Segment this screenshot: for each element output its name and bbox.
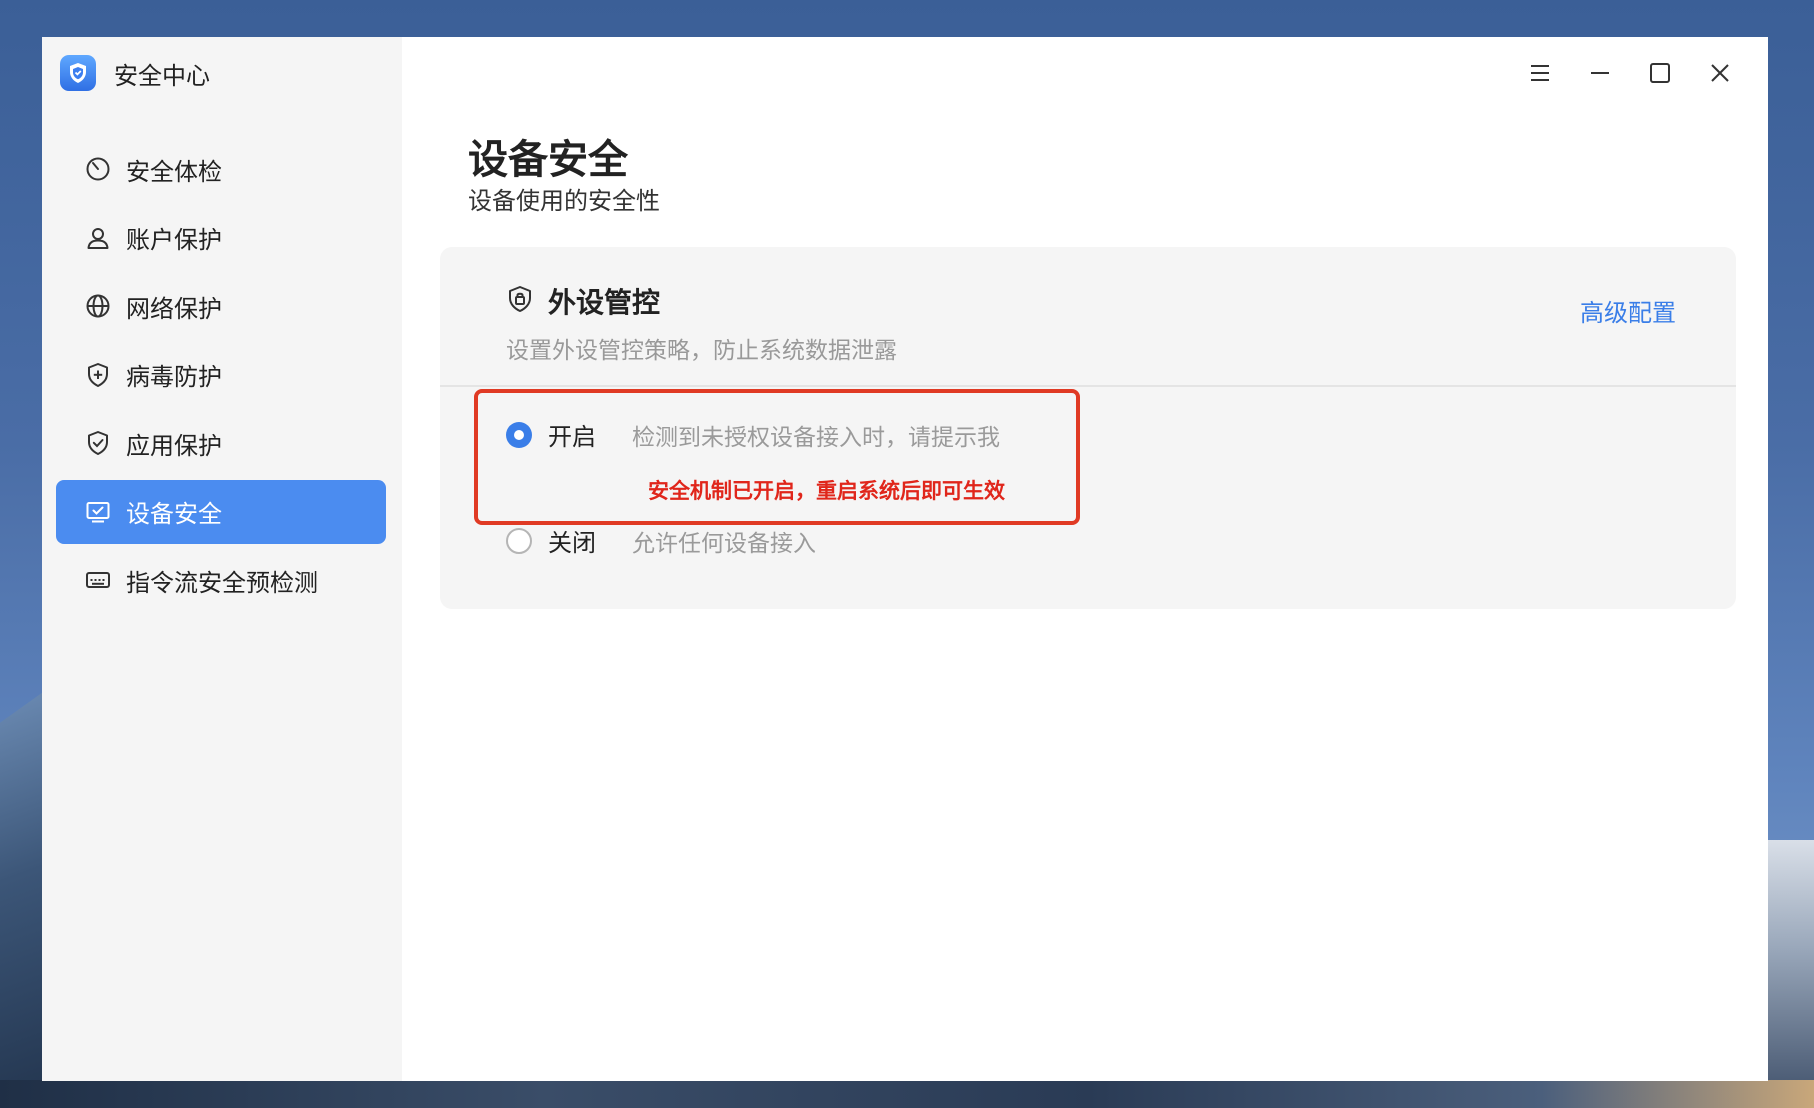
sidebar-item-label: 指令流安全预检测 <box>126 568 318 597</box>
sidebar: 安全中心 安全体检 账户保护 网络保护 病毒防护 应用保护 设备安全 指令流安全… <box>42 37 402 1081</box>
globe-icon <box>84 292 112 320</box>
main-content: 设备安全 设备使用的安全性 外设管控 设置外设管控策略，防止系统数据泄露 高级配… <box>402 37 1768 1081</box>
sidebar-item-label: 病毒防护 <box>126 363 222 391</box>
sidebar-item-virus-protection[interactable]: 病毒防护 <box>56 343 386 407</box>
advanced-config-link[interactable]: 高级配置 <box>1580 293 1676 328</box>
shield-lock-icon <box>506 285 534 317</box>
option-enable[interactable]: 开启 检测到未授权设备接入时，请提示我 <box>506 417 1000 452</box>
card-description: 设置外设管控策略，防止系统数据泄露 <box>506 338 897 364</box>
sidebar-item-security-check[interactable]: 安全体检 <box>56 137 386 201</box>
option-description: 检测到未授权设备接入时，请提示我 <box>632 424 1000 451</box>
enable-radio[interactable] <box>506 421 532 448</box>
card-divider <box>440 385 1736 387</box>
shield-check-icon <box>84 429 112 457</box>
app-header: 安全中心 <box>60 55 210 91</box>
speedometer-icon <box>84 155 112 183</box>
page-subtitle: 设备使用的安全性 <box>468 187 660 215</box>
option-label: 开启 <box>548 423 596 451</box>
sidebar-item-label: 设备安全 <box>126 500 222 528</box>
sidebar-item-app-protection[interactable]: 应用保护 <box>56 411 386 475</box>
sidebar-item-account-protection[interactable]: 账户保护 <box>56 206 386 270</box>
close-icon <box>1711 64 1729 82</box>
security-center-window: 安全中心 安全体检 账户保护 网络保护 病毒防护 应用保护 设备安全 指令流安全… <box>42 37 1768 1081</box>
desktop-wallpaper-right <box>1768 840 1814 1108</box>
sidebar-item-instruction-flow-check[interactable]: 指令流安全预检测 <box>56 548 386 612</box>
sidebar-item-network-protection[interactable]: 网络保护 <box>56 274 386 338</box>
menu-button[interactable] <box>1510 51 1570 95</box>
maximize-icon <box>1650 63 1670 83</box>
app-logo-icon <box>60 55 96 91</box>
page-title: 设备安全 <box>468 137 628 183</box>
window-controls <box>1510 51 1750 95</box>
desktop-wallpaper-bottom <box>0 1080 1814 1108</box>
sidebar-item-label: 网络保护 <box>126 294 222 323</box>
card-header: 外设管控 <box>506 281 660 321</box>
minimize-button[interactable] <box>1570 51 1630 95</box>
keyboard-icon <box>84 566 112 594</box>
sidebar-item-label: 安全体检 <box>126 157 222 186</box>
app-title: 安全中心 <box>114 61 210 90</box>
sidebar-item-label: 账户保护 <box>126 226 222 254</box>
minimize-icon <box>1591 72 1609 74</box>
option-disable[interactable]: 关闭 允许任何设备接入 <box>506 523 816 558</box>
option-description: 允许任何设备接入 <box>632 530 816 557</box>
peripheral-control-card: 外设管控 设置外设管控策略，防止系统数据泄露 高级配置 开启 检测到未授权设备接… <box>440 247 1736 609</box>
maximize-button[interactable] <box>1630 51 1690 95</box>
shield-plus-icon <box>84 361 112 389</box>
sidebar-item-device-security[interactable]: 设备安全 <box>56 479 386 544</box>
sidebar-item-label: 应用保护 <box>126 431 222 460</box>
sidebar-nav: 安全体检 账户保护 网络保护 病毒防护 应用保护 设备安全 指令流安全预检测 <box>56 137 386 617</box>
option-label: 关闭 <box>548 529 596 557</box>
user-icon <box>84 224 112 252</box>
restart-warning-text: 安全机制已开启，重启系统后即可生效 <box>648 479 1005 503</box>
close-button[interactable] <box>1690 51 1750 95</box>
hamburger-menu-icon <box>1531 65 1549 81</box>
card-title: 外设管控 <box>548 286 661 319</box>
disable-radio[interactable] <box>506 527 532 554</box>
monitor-check-icon <box>84 498 112 526</box>
